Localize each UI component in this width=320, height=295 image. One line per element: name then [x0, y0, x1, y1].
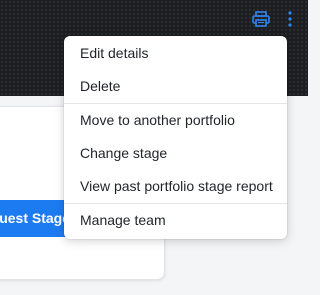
- menu-item-change-stage[interactable]: Change stage: [64, 137, 287, 170]
- printer-icon: [252, 11, 270, 27]
- menu-item-delete[interactable]: Delete: [64, 70, 287, 103]
- context-menu: Edit details Delete Move to another port…: [64, 36, 287, 239]
- more-options-button[interactable]: [282, 8, 298, 30]
- kebab-vertical-icon: [288, 11, 292, 27]
- print-button[interactable]: [250, 8, 272, 30]
- menu-item-edit-details[interactable]: Edit details: [64, 37, 287, 70]
- request-stage-label: Request Stage: [0, 210, 70, 226]
- menu-item-view-stage-report[interactable]: View past portfolio stage report: [64, 170, 287, 203]
- request-stage-button[interactable]: Request Stage: [0, 200, 72, 237]
- menu-item-move-portfolio[interactable]: Move to another portfolio: [64, 104, 287, 137]
- menu-item-manage-team[interactable]: Manage team: [64, 204, 287, 237]
